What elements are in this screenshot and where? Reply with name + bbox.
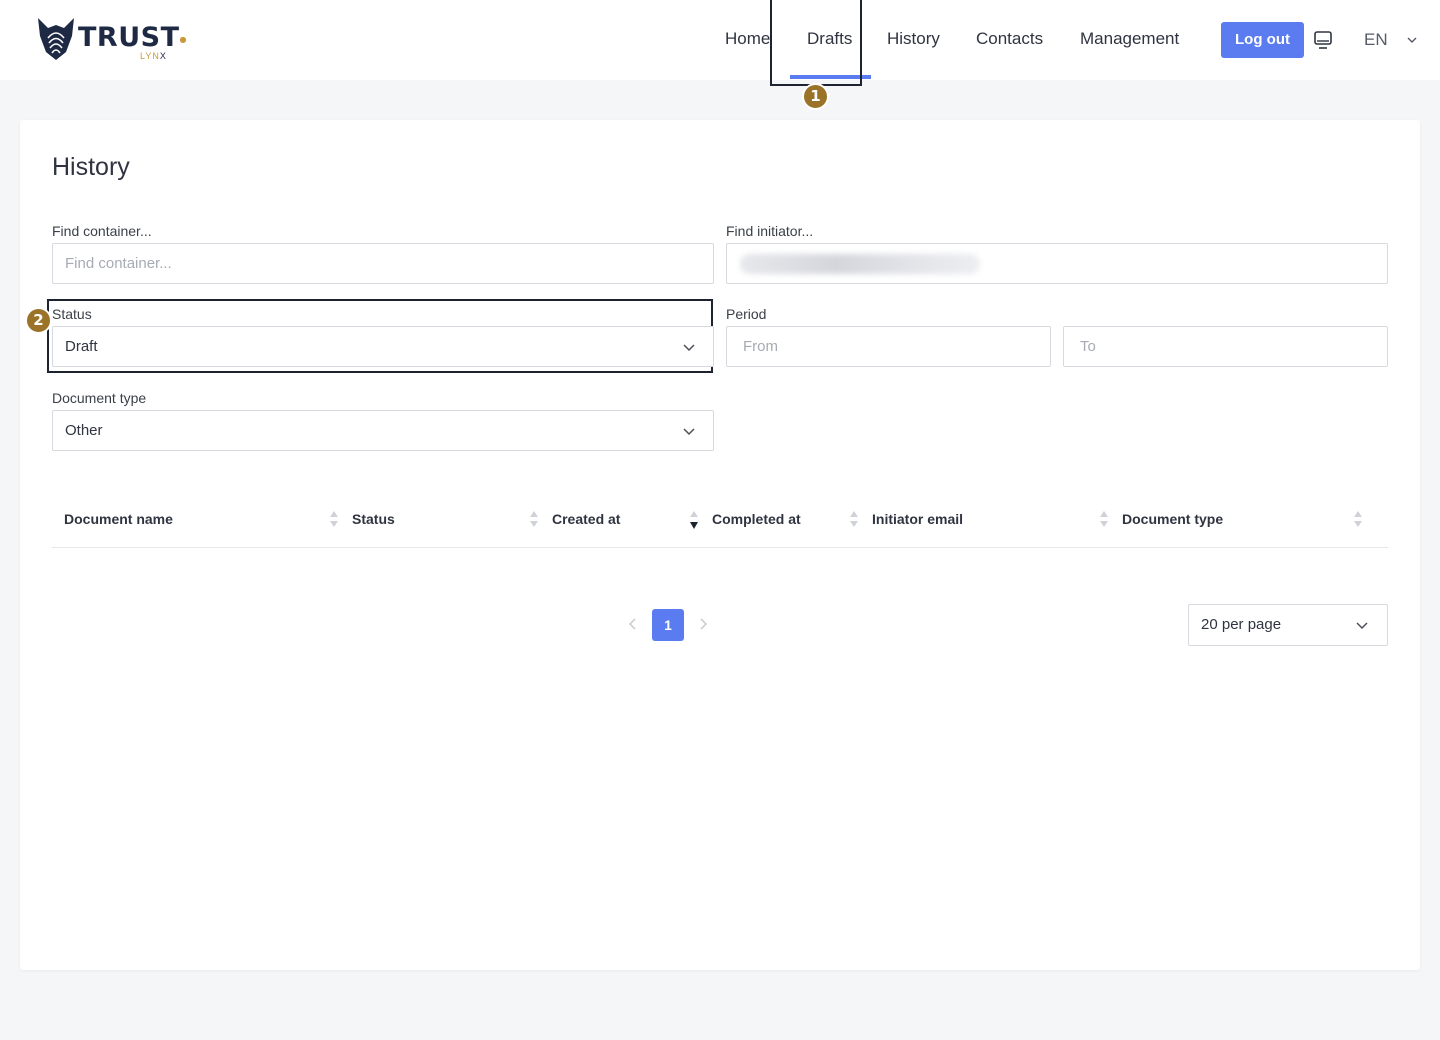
per-page-value: 20 per page	[1201, 616, 1282, 633]
column-header-completed-at[interactable]: Completed at	[712, 510, 801, 528]
brand-subtitle: LYNX	[140, 51, 167, 61]
document-type-label: Document type	[52, 390, 147, 406]
page-number-button[interactable]: 1	[652, 609, 684, 641]
status-label: Status	[52, 306, 92, 322]
language-selector[interactable]: EN	[1364, 30, 1388, 50]
step1-highlight	[770, 0, 862, 86]
sort-icon[interactable]	[529, 508, 539, 530]
top-header: TRUST● LYNX Home Drafts History Contacts…	[0, 0, 1440, 80]
sort-icon[interactable]	[1099, 508, 1109, 530]
find-container-label: Find container...	[52, 223, 152, 239]
redacted-initiator-value	[740, 254, 980, 274]
status-select-value: Draft	[65, 338, 98, 355]
nav-management[interactable]: Management	[1080, 28, 1179, 50]
trust-lynx-logo[interactable]: TRUST● LYNX	[36, 16, 186, 64]
document-type-select-value: Other	[65, 422, 103, 439]
step1-badge: 1	[802, 83, 829, 110]
period-label: Period	[726, 306, 767, 322]
chevron-down-icon[interactable]	[682, 424, 696, 438]
nav-history[interactable]: History	[887, 28, 940, 50]
find-initiator-label: Find initiator...	[726, 223, 814, 239]
sort-icon[interactable]	[329, 508, 339, 530]
chevron-right-icon[interactable]	[697, 617, 709, 631]
chevron-down-icon[interactable]	[1355, 618, 1369, 632]
find-container-input[interactable]	[52, 243, 714, 284]
brand-name: TRUST	[78, 22, 180, 53]
period-to-input[interactable]	[1063, 326, 1388, 367]
period-from-input[interactable]	[726, 326, 1051, 367]
column-header-status[interactable]: Status	[352, 510, 395, 528]
status-select[interactable]: Draft	[52, 326, 714, 367]
logout-button[interactable]: Log out	[1221, 22, 1304, 58]
nav-home[interactable]: Home	[725, 28, 770, 50]
lynx-fingerprint-icon	[38, 18, 74, 60]
monitor-icon[interactable]	[1313, 30, 1333, 50]
chevron-down-icon[interactable]	[682, 340, 696, 354]
chevron-down-icon[interactable]	[1406, 34, 1418, 46]
sort-desc-icon[interactable]	[689, 508, 699, 530]
sort-icon[interactable]	[1353, 508, 1363, 530]
chevron-left-icon[interactable]	[627, 617, 639, 631]
table-header-divider	[52, 547, 1388, 548]
column-header-initiator-email[interactable]: Initiator email	[872, 510, 963, 528]
step2-badge: 2	[25, 307, 52, 334]
nav-contacts[interactable]: Contacts	[976, 28, 1043, 50]
column-header-document-name[interactable]: Document name	[64, 510, 173, 528]
column-header-document-type[interactable]: Document type	[1122, 510, 1223, 528]
sort-icon[interactable]	[849, 508, 859, 530]
document-type-select[interactable]: Other	[52, 410, 714, 451]
page-title: History	[52, 153, 130, 181]
column-header-created-at[interactable]: Created at	[552, 510, 620, 528]
